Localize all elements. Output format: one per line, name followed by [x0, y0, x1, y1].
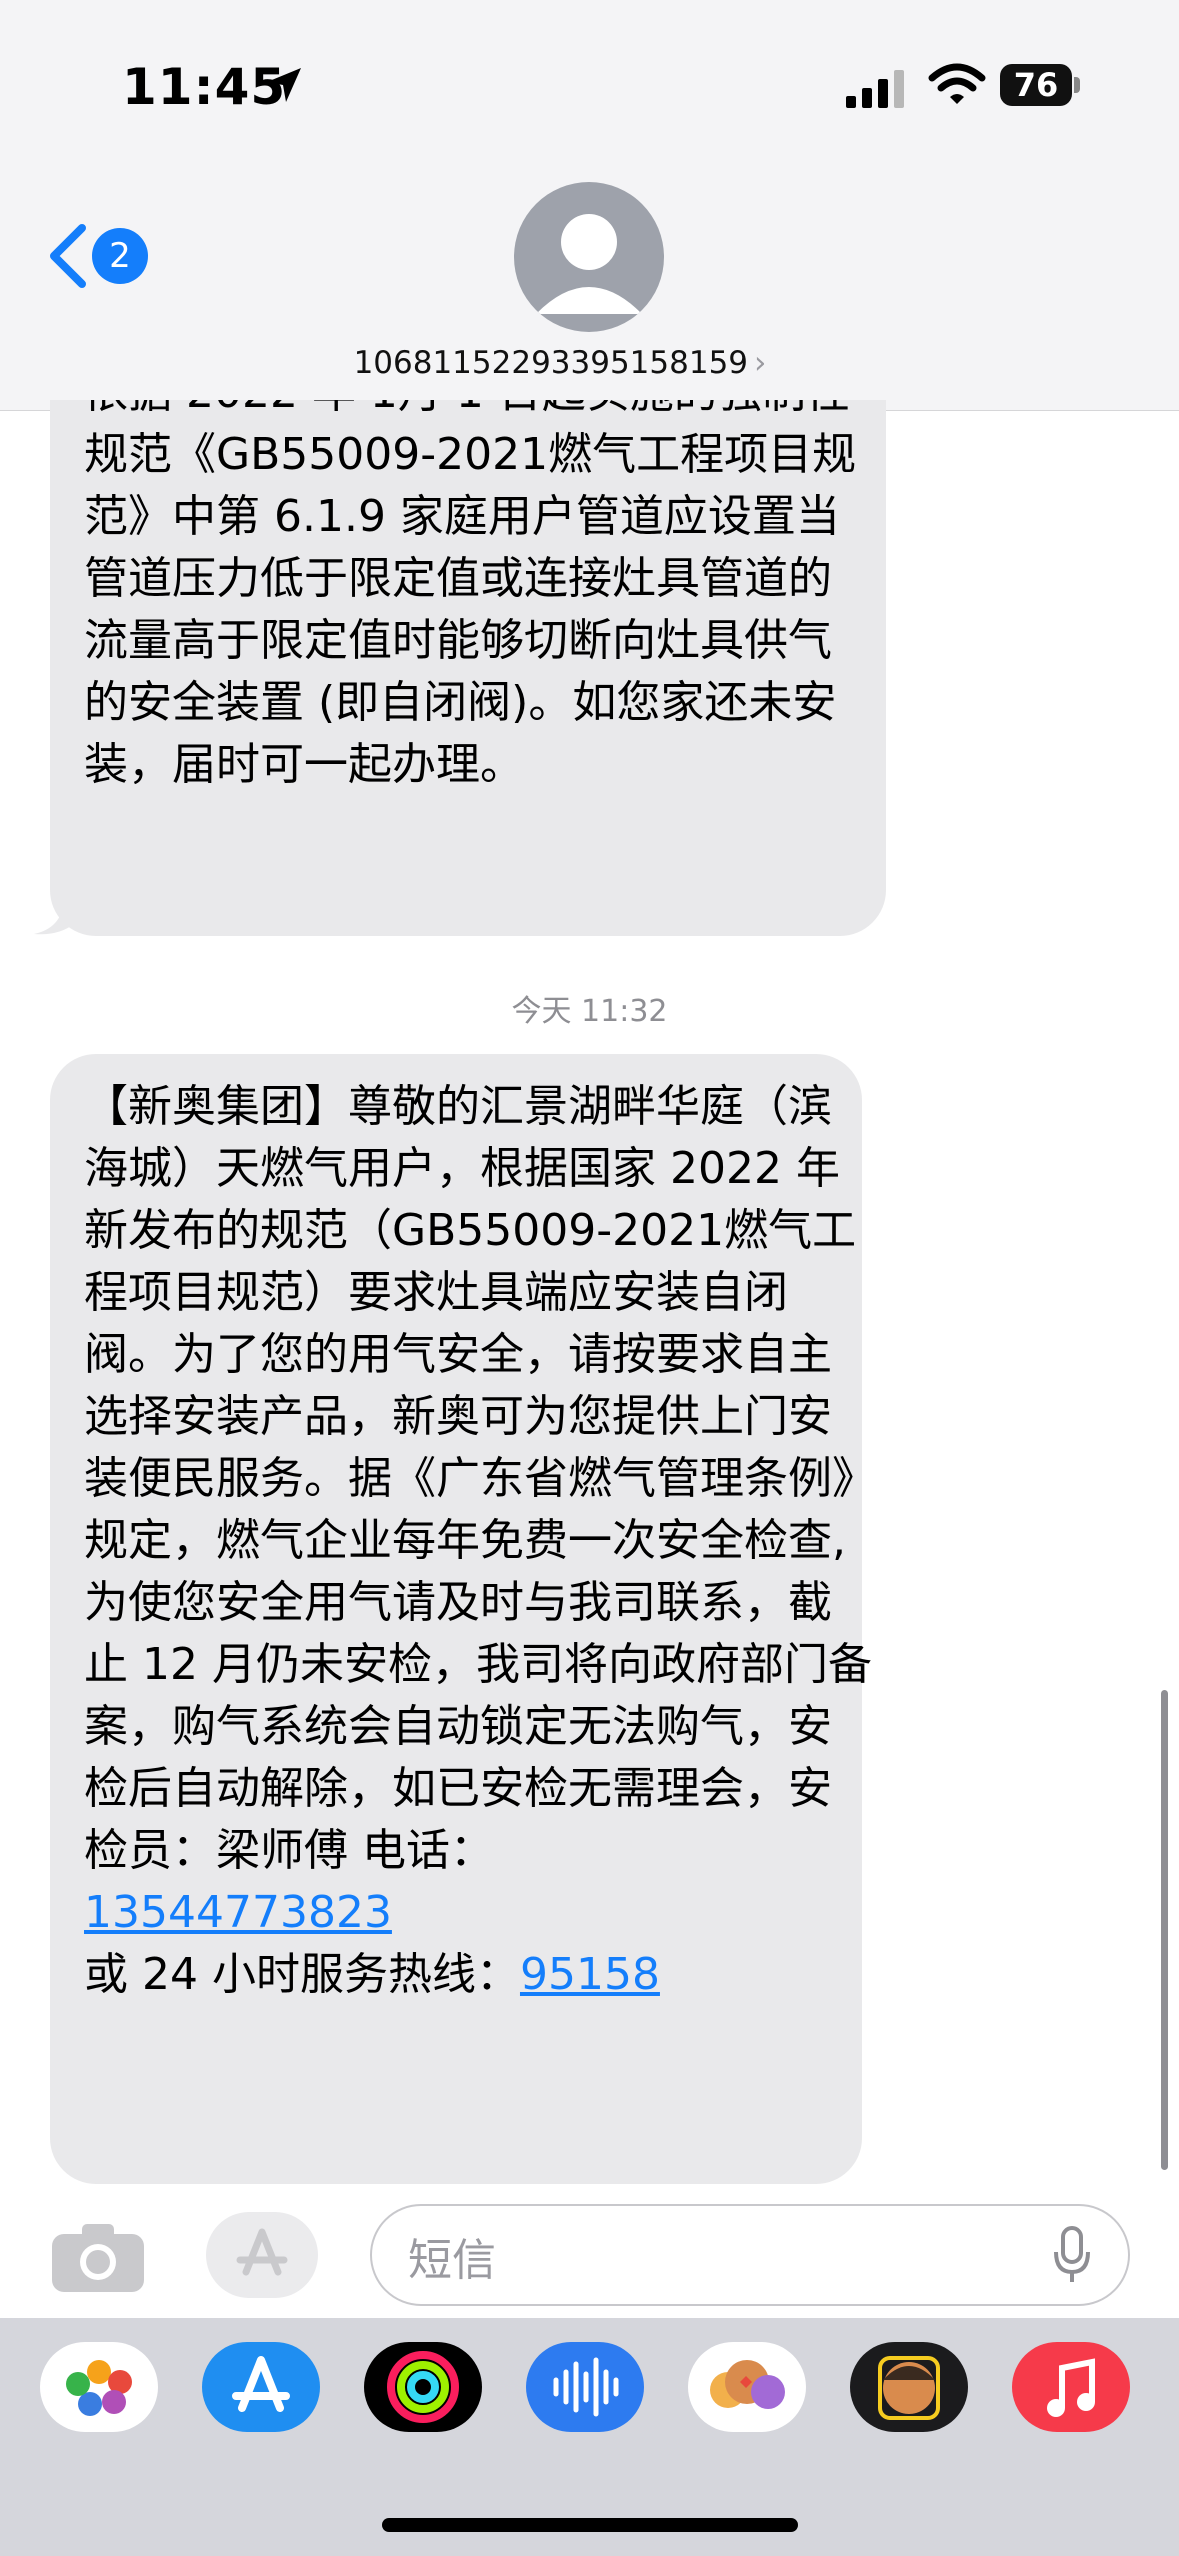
- bubble-tail: [34, 900, 74, 935]
- scroll-indicator[interactable]: [1161, 1690, 1168, 2170]
- app-store-icon: [232, 2356, 290, 2412]
- message-text: 【新奥集团】尊敬的汇景湖畔华庭（滨海城）天燃气用户，根据国家 2022 年新发布…: [84, 1076, 874, 2006]
- message-text: 依据 2022 年 1月 1 日起实施的强制性规范《GB55009-2021燃气…: [84, 400, 857, 790]
- person-silhouette-icon: [536, 214, 642, 314]
- memoji-stickers-button[interactable]: [688, 2342, 806, 2432]
- music-note-icon: [1047, 2358, 1095, 2417]
- microphone-icon[interactable]: [1052, 2226, 1092, 2284]
- location-arrow-icon: [267, 68, 301, 102]
- photos-app-button[interactable]: [40, 2342, 158, 2432]
- cellular-signal-icon: [846, 70, 904, 108]
- audio-message-button[interactable]: [526, 2342, 644, 2432]
- apps-button[interactable]: [206, 2212, 318, 2298]
- waveform-icon: [553, 2357, 619, 2417]
- memoji-stickers-icon: [710, 2360, 785, 2409]
- fitness-app-button[interactable]: [364, 2342, 482, 2432]
- hotline-label: 或 24 小时服务热线：: [84, 1949, 520, 2000]
- phone-link[interactable]: 13544773823: [84, 1887, 392, 1938]
- contact-name[interactable]: 10681152293395158159 ›: [300, 345, 820, 381]
- memoji-icon: [878, 2356, 940, 2420]
- battery-tip: [1074, 77, 1080, 93]
- camera-icon[interactable]: [50, 2220, 146, 2294]
- message-bubble-latest[interactable]: 【新奥集团】尊敬的汇景湖畔华庭（滨海城）天燃气用户，根据国家 2022 年新发布…: [50, 1054, 872, 2184]
- home-indicator[interactable]: [382, 2518, 798, 2532]
- contact-number[interactable]: 10681152293395158159: [354, 345, 748, 381]
- message-timestamp: 今天 11:32: [511, 994, 668, 1029]
- memoji-button[interactable]: [850, 2342, 968, 2432]
- hotline-link[interactable]: 95158: [520, 1949, 660, 2000]
- message-bubble-previous[interactable]: 依据 2022 年 1月 1 日起实施的强制性规范《GB55009-2021燃气…: [50, 400, 886, 936]
- contact-avatar[interactable]: [514, 182, 664, 332]
- chevron-right-icon: ›: [754, 345, 767, 381]
- status-time: 11:45: [122, 58, 287, 116]
- unread-count-badge[interactable]: 2: [92, 228, 148, 284]
- app-store-icon: [236, 2228, 288, 2276]
- wifi-icon: [928, 63, 986, 104]
- app-store-app-button[interactable]: [202, 2342, 320, 2432]
- photos-icon: [66, 2360, 132, 2416]
- message-body: 【新奥集团】尊敬的汇景湖畔华庭（滨海城）天燃气用户，根据国家 2022 年新发布…: [84, 1081, 872, 1876]
- message-input-placeholder: 短信: [408, 2235, 496, 2286]
- activity-rings-icon: [387, 2351, 459, 2423]
- music-app-button[interactable]: [1012, 2342, 1130, 2432]
- back-chevron-icon[interactable]: [46, 222, 90, 290]
- battery-indicator: 76: [1000, 64, 1072, 106]
